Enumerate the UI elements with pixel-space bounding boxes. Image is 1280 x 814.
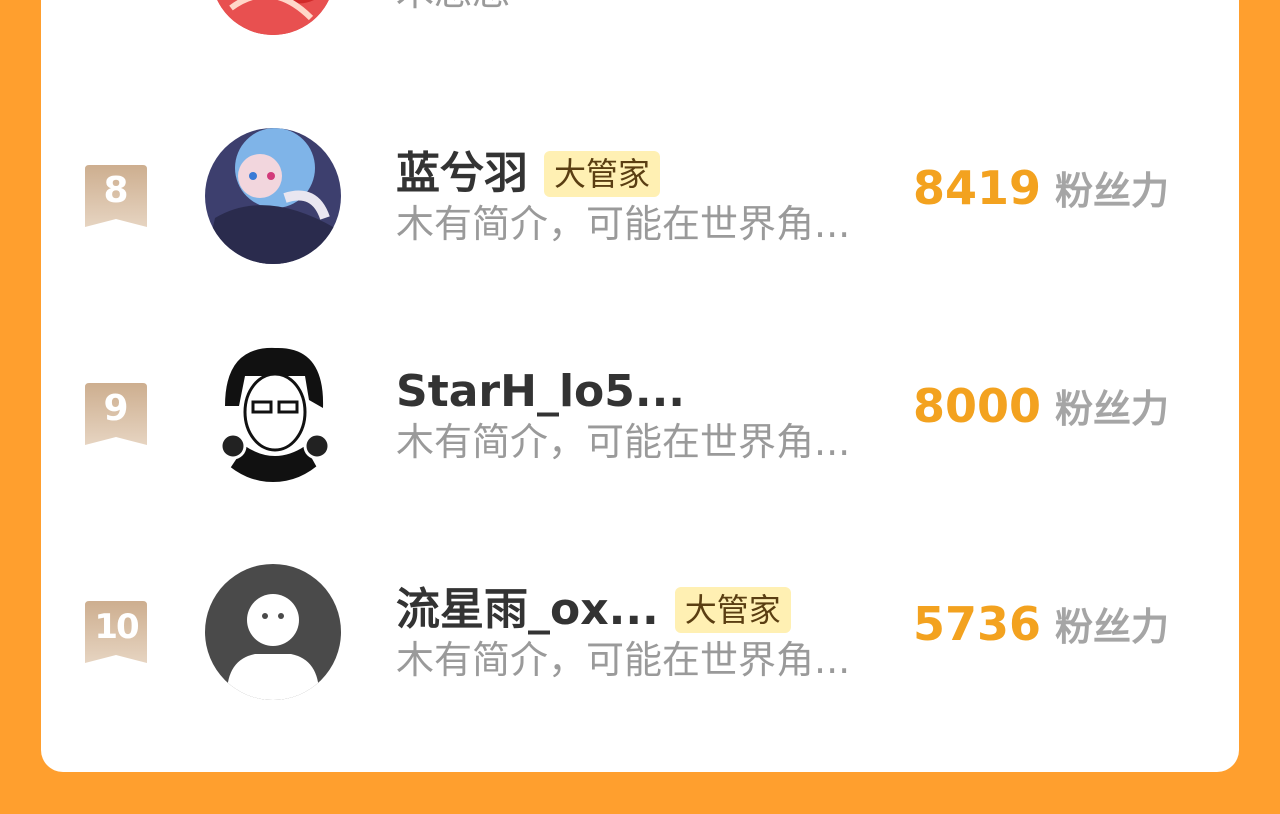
rank-ribbon: 10 bbox=[85, 601, 147, 663]
user-bio: 木有简介，可能在世界角... bbox=[396, 638, 851, 682]
user-bio: 木有简介，可能在世界角... bbox=[396, 202, 851, 246]
list-item[interactable]: 9 StarH_lo5... 木有简介，可能在世界角... 8000 粉丝力 bbox=[41, 336, 1239, 516]
anime-girl-avatar[interactable] bbox=[205, 128, 341, 264]
rank-number: 10 bbox=[94, 607, 139, 647]
user-bio: 木有简介，可能在世界角... bbox=[396, 420, 851, 464]
rank-ribbon: 9 bbox=[85, 383, 147, 445]
glasses-boy-avatar[interactable] bbox=[205, 346, 341, 482]
fan-power-unit: 粉丝力 bbox=[1054, 387, 1169, 431]
user-name[interactable]: 蓝兮羽 bbox=[396, 146, 528, 202]
list-item[interactable]: 10 流星雨_ox... 大管家 木有简介，可能在世界角... 5736 粉丝力 bbox=[41, 554, 1239, 734]
avatar[interactable] bbox=[211, 0, 335, 35]
fan-power-unit: 粉丝力 bbox=[1054, 605, 1169, 649]
role-badge: 大管家 bbox=[674, 587, 791, 633]
fan-power-value: 8419 bbox=[912, 161, 1041, 215]
fan-power-value: 5736 bbox=[912, 597, 1041, 651]
list-item[interactable]: 8 蓝兮羽 大管家 木有简介，可能在世界角... 8419 粉丝力 bbox=[41, 118, 1239, 298]
fan-power: 8419 粉丝力 bbox=[913, 160, 1169, 215]
user-name[interactable]: StarH_lo5... bbox=[396, 364, 685, 420]
fan-power-unit: 粉丝力 bbox=[1054, 169, 1169, 213]
fan-power: 8000 粉丝力 bbox=[913, 378, 1169, 433]
fan-power-value: 8000 bbox=[912, 379, 1041, 433]
user-bio: 木念念 bbox=[396, 0, 510, 18]
rank-number: 8 bbox=[103, 170, 129, 211]
user-name[interactable]: 流星雨_ox... bbox=[396, 582, 659, 638]
ranking-card: 木念念 8 蓝兮羽 大管家 木有简介，可能在世界角... bbox=[41, 0, 1239, 772]
default-avatar-icon[interactable] bbox=[205, 564, 341, 700]
fan-power: 5736 粉丝力 bbox=[913, 596, 1169, 651]
rank-ribbon: 8 bbox=[85, 165, 147, 227]
role-badge: 大管家 bbox=[544, 151, 661, 197]
rank-number: 9 bbox=[103, 388, 129, 429]
